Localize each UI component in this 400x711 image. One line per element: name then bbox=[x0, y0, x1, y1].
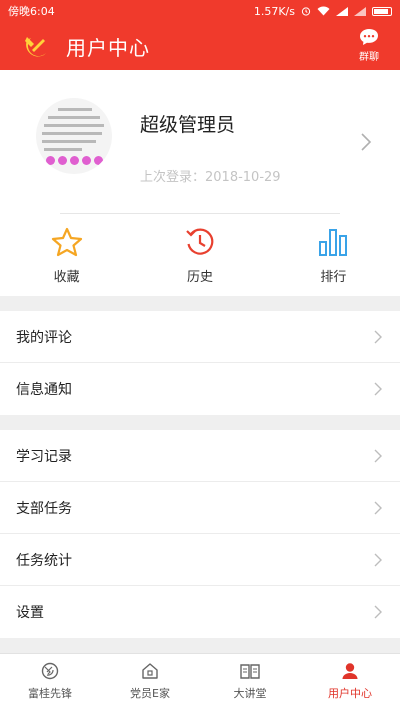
book-icon bbox=[240, 664, 260, 679]
history-label: 历史 bbox=[186, 270, 213, 285]
quick-actions: 收藏 历史 排行 bbox=[0, 226, 400, 288]
tab-label: 用户中心 bbox=[328, 687, 372, 700]
tab-label: 富桂先锋 bbox=[28, 687, 72, 700]
username: 超级管理员 bbox=[140, 114, 236, 136]
bottom-tab-bar: 富桂先锋 党员E家 大讲堂 用户中心 bbox=[0, 653, 400, 711]
divider bbox=[60, 213, 340, 214]
menu-group-1: 我的评论 信息通知 bbox=[0, 311, 400, 415]
signal-icon bbox=[336, 6, 348, 16]
menu-item-label: 支部任务 bbox=[16, 500, 72, 517]
page-title: 用户中心 bbox=[66, 35, 150, 60]
avatar[interactable] bbox=[36, 98, 112, 174]
party-emblem-icon bbox=[25, 37, 46, 57]
chevron-right-icon bbox=[374, 330, 382, 343]
pioneer-icon bbox=[41, 662, 59, 680]
menu-item-settings[interactable]: 设置 bbox=[0, 586, 400, 638]
home-icon bbox=[142, 663, 158, 679]
history-button[interactable]: 历史 bbox=[133, 226, 266, 288]
ranking-label: 排行 bbox=[320, 270, 347, 285]
menu-item-my-comments[interactable]: 我的评论 bbox=[0, 311, 400, 363]
tab-label: 党员E家 bbox=[130, 687, 170, 700]
tab-lecture-hall[interactable]: 大讲堂 bbox=[200, 654, 300, 711]
group-chat-button[interactable]: 群聊 bbox=[354, 28, 384, 63]
chevron-right-icon[interactable] bbox=[360, 132, 372, 152]
favorites-button[interactable]: 收藏 bbox=[0, 226, 133, 288]
menu-item-task-statistics[interactable]: 任务统计 bbox=[0, 534, 400, 586]
menu-item-label: 设置 bbox=[16, 605, 44, 621]
bar-chart-icon bbox=[319, 229, 348, 256]
history-icon bbox=[186, 228, 214, 255]
last-login: 上次登录：2018-10-29 bbox=[140, 170, 281, 185]
favorites-label: 收藏 bbox=[53, 270, 80, 285]
menu-item-label: 我的评论 bbox=[16, 329, 72, 346]
chevron-right-icon bbox=[374, 382, 382, 396]
chevron-right-icon bbox=[374, 553, 382, 566]
user-icon bbox=[342, 663, 358, 679]
status-time: 傍晚6:04 bbox=[8, 5, 55, 18]
chevron-right-icon bbox=[374, 449, 382, 462]
wifi-icon bbox=[317, 6, 330, 16]
network-speed: 1.57K/s bbox=[253, 4, 295, 18]
tab-pioneer[interactable]: 富桂先锋 bbox=[0, 654, 100, 711]
menu-item-label: 学习记录 bbox=[16, 448, 72, 465]
status-bar: 傍晚6:04 1.57K/s bbox=[0, 0, 400, 22]
ranking-button[interactable]: 排行 bbox=[267, 226, 400, 288]
alarm-icon bbox=[301, 7, 311, 16]
chevron-right-icon bbox=[374, 501, 382, 514]
header: 用户中心 群聊 bbox=[0, 22, 400, 70]
tab-user-center[interactable]: 用户中心 bbox=[300, 654, 400, 711]
menu-item-label: 任务统计 bbox=[16, 552, 72, 569]
chat-icon bbox=[360, 29, 378, 45]
menu-item-branch-tasks[interactable]: 支部任务 bbox=[0, 482, 400, 534]
menu-item-label: 信息通知 bbox=[16, 382, 72, 398]
menu-group-2: 学习记录 支部任务 任务统计 设置 bbox=[0, 430, 400, 638]
tab-label: 大讲堂 bbox=[233, 687, 267, 700]
signal-icon-2 bbox=[354, 6, 366, 16]
profile-card: 超级管理员 上次登录：2018-10-29 收藏 历史 排行 bbox=[0, 70, 400, 296]
tab-member-home[interactable]: 党员E家 bbox=[100, 654, 200, 711]
group-chat-label: 群聊 bbox=[359, 52, 379, 63]
chevron-right-icon bbox=[374, 605, 382, 619]
star-icon bbox=[51, 227, 82, 257]
battery-icon bbox=[372, 6, 392, 16]
menu-item-study-records[interactable]: 学习记录 bbox=[0, 430, 400, 482]
menu-item-notifications[interactable]: 信息通知 bbox=[0, 363, 400, 415]
